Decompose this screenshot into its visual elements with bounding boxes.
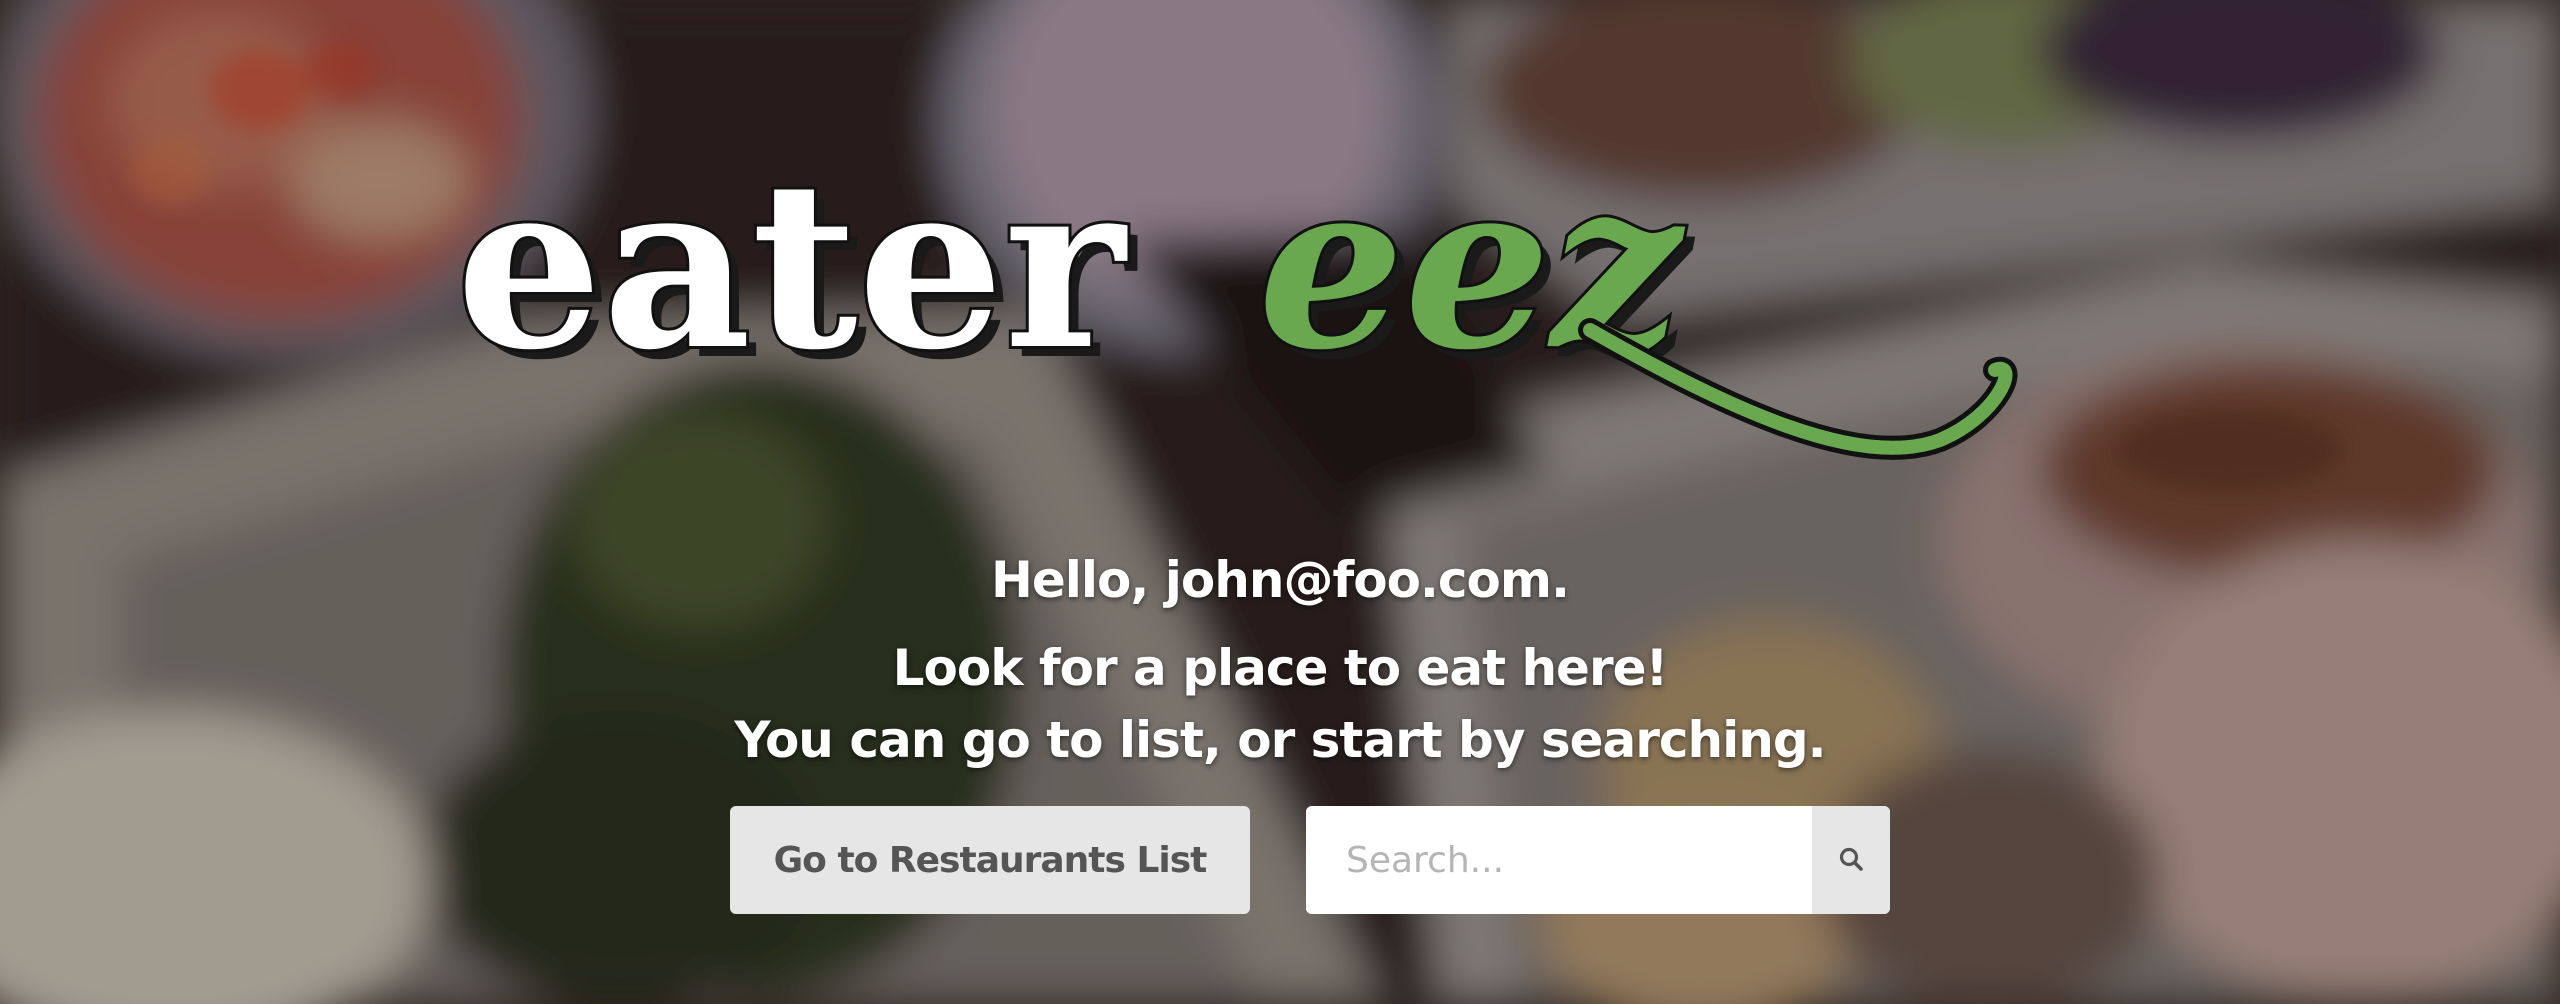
search-icon — [1838, 846, 1864, 875]
eatereez-logo: eater eater eez eez — [440, 110, 2060, 510]
welcome-content: Hello, john@foo.com. Look for a place to… — [0, 540, 2560, 776]
tagline-line-1: Look for a place to eat here! — [892, 639, 1669, 697]
go-to-restaurants-list-button[interactable]: Go to Restaurants List — [730, 806, 1250, 914]
tagline-line-2: You can go to list, or start by searchin… — [734, 711, 1826, 769]
hero-section: eater eater eez eez Hello, john@foo.com.… — [0, 0, 2560, 1004]
logo-text-eater: eater — [456, 131, 1128, 401]
search-button[interactable] — [1812, 806, 1890, 914]
tagline: Look for a place to eat here! You can go… — [0, 632, 2560, 776]
action-bar: Go to Restaurants List — [730, 806, 1890, 914]
user-greeting: Hello, john@foo.com. — [991, 551, 1570, 609]
search-input[interactable] — [1306, 806, 1812, 914]
search-form — [1306, 806, 1890, 914]
